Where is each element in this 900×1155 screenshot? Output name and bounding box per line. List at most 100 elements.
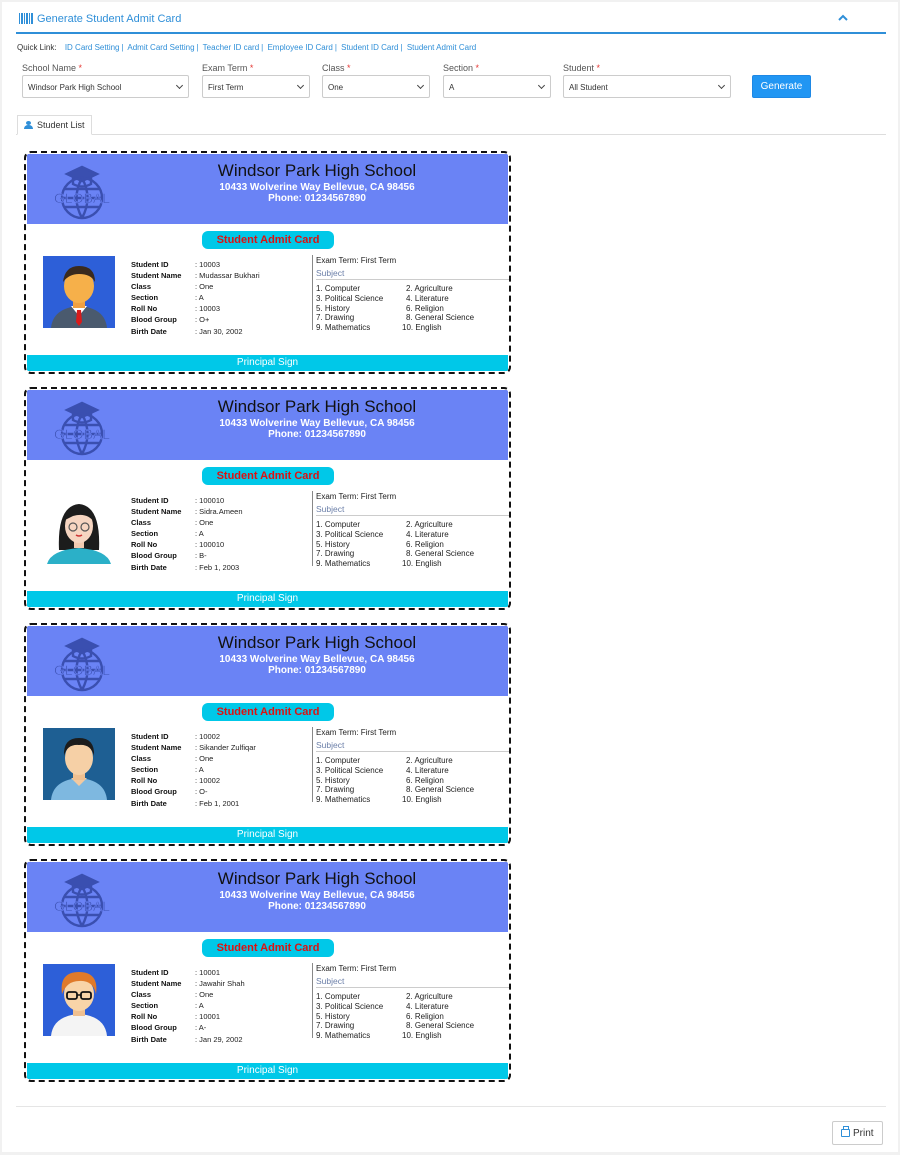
subject-item: 1. Computer xyxy=(316,992,361,1001)
subject-item: 8. General Science xyxy=(406,549,475,559)
subject-item: 8. General Science xyxy=(406,1021,475,1031)
school-phone: Phone: 01234567890 xyxy=(268,901,366,912)
info-row-student-id: Student ID: 100010 xyxy=(131,496,243,507)
info-value: : 10001 xyxy=(195,968,221,977)
info-row-student-id: Student ID: 10001 xyxy=(131,968,245,979)
chevron-up-icon[interactable] xyxy=(838,12,848,24)
info-value: : Jan 29, 2002 xyxy=(195,1034,243,1044)
info-row-section: Section: A xyxy=(131,293,260,304)
info-row-blood-group: Blood Group: O+ xyxy=(131,315,260,326)
section-field: Section * A xyxy=(443,63,551,98)
link-student-admit-card[interactable]: Student Admit Card xyxy=(407,43,476,52)
school-name: Windsor Park High School xyxy=(217,633,417,652)
link-teacher-id-card[interactable]: Teacher ID card xyxy=(203,43,259,52)
exam-term-label: Exam Term * xyxy=(202,63,254,73)
school-phone: Phone: 01234567890 xyxy=(268,429,366,440)
info-row-roll-no: Roll No: 10001 xyxy=(131,1012,245,1023)
info-value: : A xyxy=(195,1001,204,1011)
principal-sign: Principal Sign xyxy=(27,355,508,371)
class-field: Class * One xyxy=(322,63,430,98)
school-phone: Phone: 01234567890 xyxy=(268,193,366,204)
school-logo: GLOBAL xyxy=(49,868,115,928)
subject-title: Subject xyxy=(316,268,509,280)
link-id-card-setting[interactable]: ID Card Setting xyxy=(65,43,120,52)
section-select[interactable]: A xyxy=(443,75,551,98)
info-label: Student Name xyxy=(131,979,182,989)
principal-sign: Principal Sign xyxy=(27,1063,508,1079)
subject-item: 3. Political Science xyxy=(316,1001,384,1011)
school-name: Windsor Park High School xyxy=(217,161,417,180)
generate-button[interactable]: Generate xyxy=(752,75,811,98)
subject-item: 7. Drawing xyxy=(316,313,355,323)
logo-text: GLOBAL xyxy=(54,426,110,442)
info-row-section: Section: A xyxy=(131,765,256,776)
class-label: Class * xyxy=(322,63,351,73)
info-row-student-name: Student Name: Sidra.Ameen xyxy=(131,507,243,518)
info-row-blood-group: Blood Group: O- xyxy=(131,787,256,798)
student-info: Student ID: 10002 Student Name: Sikander … xyxy=(131,732,256,810)
divider xyxy=(312,963,313,1038)
info-value: : 10003 xyxy=(195,260,221,269)
info-label: Blood Group xyxy=(131,1023,177,1033)
link-employee-id-card[interactable]: Employee ID Card xyxy=(267,43,332,52)
chevron-down-icon xyxy=(537,81,546,90)
subject-item: 5. History xyxy=(316,539,350,549)
subject-item: 6. Religion xyxy=(406,775,444,785)
link-student-id-card[interactable]: Student ID Card xyxy=(341,43,398,52)
divider xyxy=(312,491,313,566)
card-header: GLOBAL Windsor Park High School 10433 Wolv… xyxy=(27,626,508,696)
student-select[interactable]: All Student xyxy=(563,75,731,98)
admit-card-badge: Student Admit Card xyxy=(202,939,334,957)
subject-item: 3. Political Science xyxy=(316,529,384,539)
info-row-birth-date: Birth Date: Jan 30, 2002 xyxy=(131,327,260,338)
male-avatar-glasses-icon xyxy=(43,964,115,1036)
card-header: GLOBAL Windsor Park High School 10433 Wolv… xyxy=(27,390,508,460)
exam-term-select[interactable]: First Term xyxy=(202,75,310,98)
info-row-blood-group: Blood Group: A- xyxy=(131,1023,245,1034)
subject-item: 5. History xyxy=(316,775,350,785)
school-phone: Phone: 01234567890 xyxy=(268,665,366,676)
info-label: Class xyxy=(131,282,152,292)
subject-item: 1. Computer xyxy=(316,284,361,293)
subject-item: 7. Drawing xyxy=(316,1021,355,1031)
subject-item: 2. Agriculture xyxy=(406,520,453,529)
chevron-down-icon xyxy=(717,81,726,90)
chevron-down-icon xyxy=(175,81,184,90)
info-value: : Jan 30, 2002 xyxy=(195,326,243,336)
admit-card: GLOBAL Windsor Park High School 10433 Wolv… xyxy=(24,623,511,846)
logo-text: GLOBAL xyxy=(54,662,110,678)
class-select[interactable]: One xyxy=(322,75,430,98)
info-value: : Sikander Zulfiqar xyxy=(195,743,256,753)
logo-text: GLOBAL xyxy=(54,190,110,206)
subject-item: 2. Agriculture xyxy=(406,992,453,1001)
subject-item: 3. Political Science xyxy=(316,765,384,775)
info-label: Birth Date xyxy=(131,562,167,572)
chevron-down-icon xyxy=(416,81,425,90)
info-label: Birth Date xyxy=(131,1034,167,1044)
logo-text: GLOBAL xyxy=(54,898,110,914)
exam-term-text: Exam Term: First Term xyxy=(316,964,397,973)
print-button[interactable]: Print xyxy=(832,1121,883,1145)
info-label: Class xyxy=(131,518,152,528)
info-row-class: Class: One xyxy=(131,990,245,1001)
male-avatar-tie-icon xyxy=(43,256,115,328)
info-label: Roll No xyxy=(131,1012,158,1022)
info-value: : A xyxy=(195,765,204,775)
info-label: Student ID xyxy=(131,260,169,269)
section-label: Section * xyxy=(443,63,480,73)
info-label: Student Name xyxy=(131,507,182,517)
tab-student-list[interactable]: Student List xyxy=(17,115,92,135)
school-field: School Name * Windsor Park High School xyxy=(22,63,189,98)
subject-item: 10. English xyxy=(402,559,442,569)
subject-item: 4. Literature xyxy=(406,765,449,775)
link-admit-card-setting[interactable]: Admit Card Setting xyxy=(127,43,194,52)
info-row-student-id: Student ID : 10003 xyxy=(131,260,260,271)
school-select[interactable]: Windsor Park High School xyxy=(22,75,189,98)
info-label: Student ID xyxy=(131,496,169,505)
info-label: Section xyxy=(131,1001,159,1011)
subject-item: 10. English xyxy=(402,323,442,333)
info-value: : 10003 xyxy=(195,304,221,314)
admit-card-badge: Student Admit Card xyxy=(202,467,334,485)
subject-item: 8. General Science xyxy=(406,785,475,795)
subject-item: 8. General Science xyxy=(406,313,475,323)
